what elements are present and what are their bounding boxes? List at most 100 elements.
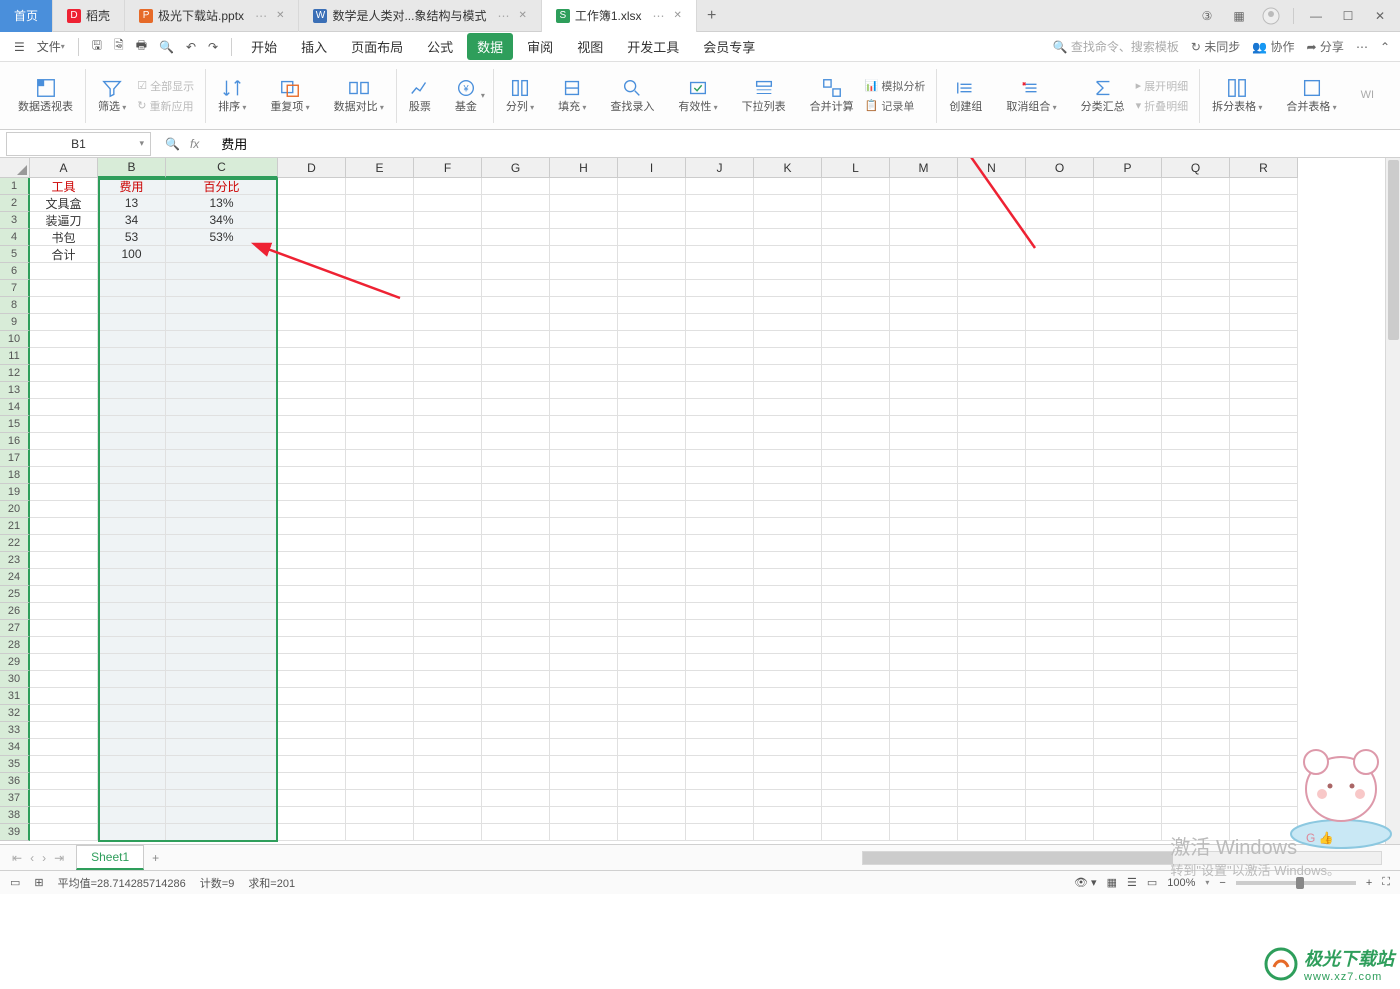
cell[interactable] [278, 450, 346, 467]
cell[interactable] [1162, 722, 1230, 739]
cell[interactable] [482, 433, 550, 450]
redo-icon[interactable]: ↷ [204, 38, 222, 56]
cell[interactable] [346, 671, 414, 688]
cell[interactable]: 13 [98, 195, 166, 212]
cell[interactable] [686, 399, 754, 416]
cell[interactable] [1162, 382, 1230, 399]
cell[interactable] [414, 722, 482, 739]
cell[interactable] [278, 603, 346, 620]
cell[interactable]: 13% [166, 195, 278, 212]
cell[interactable] [958, 586, 1026, 603]
fullscreen-icon[interactable]: ⛶ [1382, 876, 1390, 889]
cell[interactable] [686, 773, 754, 790]
cell[interactable] [686, 416, 754, 433]
cell[interactable] [98, 637, 166, 654]
cell[interactable] [890, 518, 958, 535]
cell[interactable] [98, 569, 166, 586]
cell[interactable] [890, 450, 958, 467]
cell[interactable] [686, 263, 754, 280]
cell[interactable] [482, 331, 550, 348]
cell[interactable] [550, 467, 618, 484]
cell[interactable] [958, 450, 1026, 467]
cell[interactable] [1094, 722, 1162, 739]
view-normal-icon[interactable]: ▦ [1107, 876, 1117, 889]
cell[interactable] [346, 807, 414, 824]
cell[interactable] [1230, 705, 1298, 722]
cell[interactable] [166, 773, 278, 790]
cell[interactable] [1230, 756, 1298, 773]
cell[interactable] [346, 586, 414, 603]
cell[interactable] [278, 212, 346, 229]
cell[interactable] [618, 399, 686, 416]
cell[interactable] [98, 450, 166, 467]
cell[interactable] [1026, 535, 1094, 552]
cell[interactable] [1026, 365, 1094, 382]
cell[interactable] [754, 807, 822, 824]
consolidate-button[interactable]: 合并计算 [806, 75, 858, 116]
row-header[interactable]: 20 [0, 501, 30, 518]
cell[interactable] [958, 569, 1026, 586]
cell[interactable] [278, 705, 346, 722]
cell[interactable] [686, 586, 754, 603]
row-header[interactable]: 21 [0, 518, 30, 535]
cell[interactable] [1094, 195, 1162, 212]
cell[interactable] [414, 807, 482, 824]
cell[interactable] [30, 382, 98, 399]
undo-icon[interactable]: ↶ [182, 38, 200, 56]
cell[interactable] [618, 229, 686, 246]
cell[interactable] [754, 450, 822, 467]
cell[interactable] [822, 348, 890, 365]
cell[interactable] [958, 739, 1026, 756]
cell[interactable] [822, 722, 890, 739]
cell[interactable] [414, 552, 482, 569]
cell[interactable] [550, 178, 618, 195]
cell[interactable] [618, 178, 686, 195]
cell[interactable] [166, 603, 278, 620]
cell[interactable] [1026, 484, 1094, 501]
cell[interactable] [1094, 365, 1162, 382]
cell[interactable] [618, 552, 686, 569]
file-menu[interactable]: 文件 ▾ [33, 36, 69, 57]
cell[interactable] [1026, 654, 1094, 671]
cell[interactable] [1094, 824, 1162, 841]
cell[interactable] [346, 756, 414, 773]
row-header[interactable]: 4 [0, 229, 30, 246]
cell[interactable] [890, 535, 958, 552]
cell[interactable] [890, 229, 958, 246]
cell[interactable] [1162, 467, 1230, 484]
cell[interactable] [1094, 263, 1162, 280]
wps-more-button[interactable]: WI [1357, 87, 1378, 104]
cell[interactable] [890, 722, 958, 739]
cell[interactable] [618, 433, 686, 450]
cell[interactable] [1230, 382, 1298, 399]
cell[interactable] [1094, 569, 1162, 586]
cell[interactable] [414, 399, 482, 416]
cell[interactable] [686, 671, 754, 688]
cell[interactable] [1162, 637, 1230, 654]
cell[interactable] [346, 705, 414, 722]
cell[interactable] [890, 637, 958, 654]
cell[interactable] [618, 280, 686, 297]
cell[interactable] [1230, 297, 1298, 314]
cell[interactable] [686, 807, 754, 824]
cell[interactable] [822, 382, 890, 399]
cell[interactable] [1230, 280, 1298, 297]
row-header[interactable]: 37 [0, 790, 30, 807]
cell[interactable] [822, 501, 890, 518]
cell[interactable] [30, 365, 98, 382]
cell[interactable] [550, 450, 618, 467]
cell[interactable] [482, 399, 550, 416]
cell[interactable] [482, 501, 550, 518]
record-button[interactable]: 📋 记录单 [862, 97, 929, 115]
cell[interactable] [1094, 586, 1162, 603]
cell[interactable] [550, 535, 618, 552]
cell[interactable] [1230, 416, 1298, 433]
cell[interactable] [414, 314, 482, 331]
cell[interactable] [550, 246, 618, 263]
cell[interactable] [958, 654, 1026, 671]
cell[interactable] [98, 671, 166, 688]
cell[interactable] [890, 756, 958, 773]
col-header-D[interactable]: D [278, 158, 346, 178]
avatar-icon[interactable] [1261, 6, 1281, 26]
cell[interactable] [30, 263, 98, 280]
